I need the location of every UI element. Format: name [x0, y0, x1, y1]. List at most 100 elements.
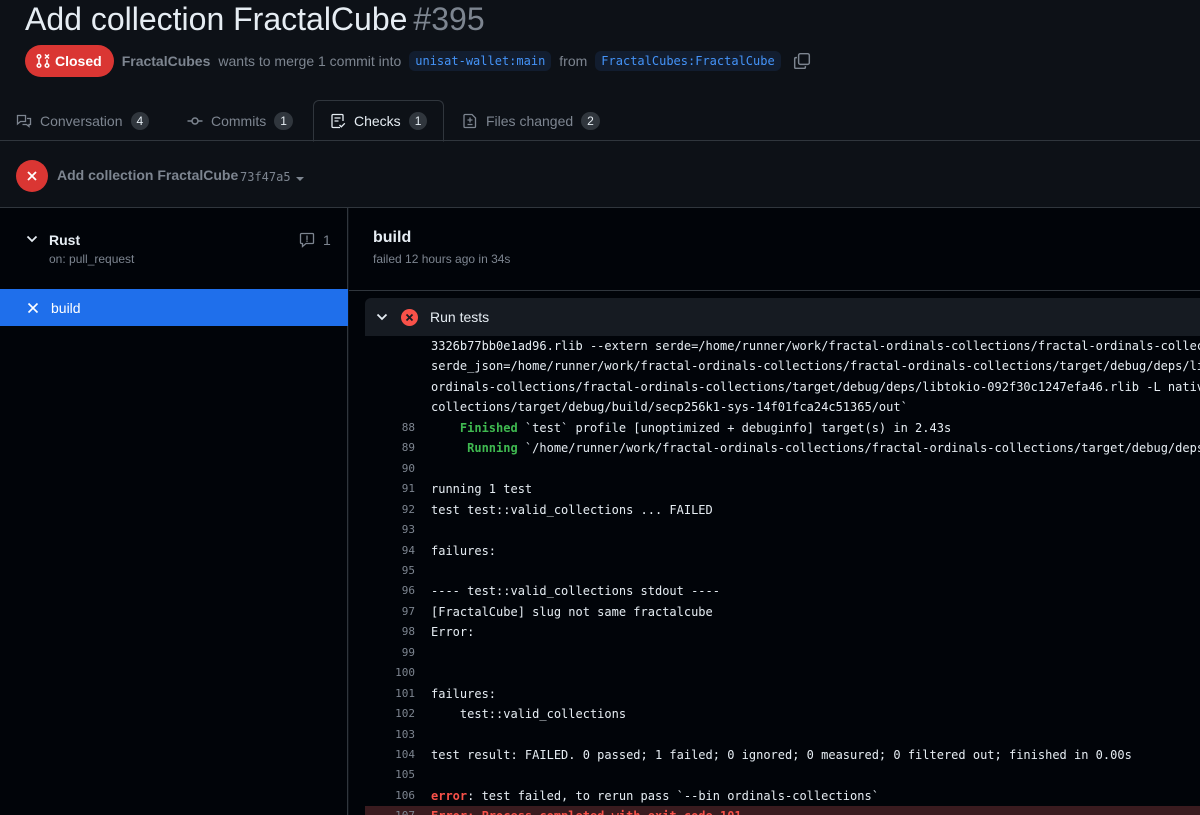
line-segment: serde_json=/home/runner/work/fractal-ord…: [431, 359, 1200, 374]
line-segment: `test` profile [unoptimized + debuginfo]…: [517, 420, 952, 435]
annotations-count[interactable]: 1: [299, 232, 331, 248]
commit-bar: Add collection FractalCube 73f47a5: [0, 141, 1200, 208]
log-line: 97 [FractalCube] slug not same fractalcub…: [349, 602, 1200, 622]
git-pull-request-closed-icon: [36, 53, 50, 69]
line-number[interactable]: 90: [377, 459, 415, 479]
line-number[interactable]: 100: [377, 663, 415, 683]
line-number[interactable]: 107: [377, 806, 415, 815]
sidebar-job-build[interactable]: build: [0, 289, 348, 326]
log-line: 3326b77bb0e1ad96.rlib --extern serde=/ho…: [349, 336, 1200, 356]
tab-conversation[interactable]: Conversation 4: [16, 100, 150, 141]
commit-failed-status: [16, 160, 48, 192]
line-segment: [FractalCube] slug not same fractalcube: [431, 604, 713, 619]
tab-count: 2: [581, 111, 600, 130]
commit-sha[interactable]: 73f47a5: [240, 170, 291, 184]
log-line: ordinals-collections/fractal-ordinals-co…: [349, 377, 1200, 397]
log-line: 89 Running `/home/runner/work/fractal-or…: [349, 438, 1200, 458]
line-number[interactable]: 104: [377, 745, 415, 765]
git-commit-icon: [187, 116, 203, 125]
comment-discussion-icon: [16, 114, 32, 128]
line-segment: ordinals-collections/fractal-ordinals-co…: [431, 379, 1200, 394]
line-segment: failures:: [431, 543, 497, 558]
tab-files-changed[interactable]: Files changed 2: [462, 100, 600, 141]
line-number[interactable]: 103: [377, 725, 415, 745]
line-number[interactable]: 89: [377, 438, 415, 458]
from-text: from: [559, 53, 588, 69]
line-segment: [431, 441, 467, 455]
log-line: collections/target/debug/build/secp256k1…: [349, 397, 1200, 417]
line-number[interactable]: 94: [377, 541, 415, 561]
job-title: build: [373, 229, 412, 246]
line-segment: `/home/runner/work/fractal-ordinals-coll…: [517, 441, 1200, 456]
line-number[interactable]: 97: [377, 602, 415, 622]
log-line: 93: [349, 520, 1200, 540]
log-line-error: 107 Error: Process completed with exit co…: [365, 806, 1200, 815]
line-segment: 3326b77bb0e1ad96.rlib --extern serde=/ho…: [431, 339, 1200, 353]
workflow-name[interactable]: Rust: [49, 232, 80, 248]
annotations-count-value: 1: [323, 232, 331, 248]
log-line: 96 ---- test::valid_collections stdout --…: [349, 581, 1200, 601]
line-number[interactable]: 99: [377, 643, 415, 663]
log-line: 106 error: test failed, to rerun pass `--…: [349, 786, 1200, 806]
base-branch[interactable]: unisat-wallet:main: [409, 51, 552, 71]
head-branch[interactable]: FractalCubes:FractalCube: [595, 51, 781, 71]
job-status: failed 12 hours ago in 34s: [373, 252, 511, 266]
line-text: Error: Process completed with exit code …: [431, 806, 749, 815]
line-text: running 1 test: [431, 479, 532, 499]
line-text: Error:: [431, 622, 474, 642]
line-number[interactable]: 95: [377, 561, 415, 581]
line-segment: error: [431, 788, 468, 803]
tab-label: Conversation: [40, 112, 123, 129]
pr-meta: Closed FractalCubes wants to merge 1 com…: [25, 45, 811, 77]
log-line: 95: [349, 561, 1200, 581]
line-number[interactable]: 93: [377, 520, 415, 540]
pr-author-link[interactable]: FractalCubes: [122, 53, 211, 69]
line-segment: [431, 421, 460, 435]
log-line: 90: [349, 459, 1200, 479]
tab-commits[interactable]: Commits 1: [187, 100, 293, 141]
workflow-trigger: on: pull_request: [49, 252, 135, 266]
log-line: 105: [349, 765, 1200, 785]
commit-message[interactable]: Add collection FractalCube: [57, 167, 238, 183]
pr-title: Add collection FractalCube #395: [25, 0, 485, 38]
line-number[interactable]: 101: [377, 684, 415, 704]
log-line: serde_json=/home/runner/work/fractal-ord…: [349, 356, 1200, 376]
line-text: collections/target/debug/build/secp256k1…: [431, 397, 908, 417]
line-number[interactable]: 88: [377, 418, 415, 438]
step-run-tests[interactable]: Run tests: [365, 298, 1200, 336]
line-segment: test test::valid_collections ... FAILED: [431, 502, 713, 517]
line-number[interactable]: 98: [377, 622, 415, 642]
line-text: serde_json=/home/runner/work/fractal-ord…: [431, 356, 1200, 376]
log-line: 88 Finished `test` profile [unoptimized …: [349, 418, 1200, 438]
line-segment: Finished: [459, 420, 518, 435]
job-label: build: [51, 299, 81, 316]
line-segment: collections/target/debug/build/secp256k1…: [431, 400, 908, 415]
line-segment: Error:: [431, 625, 475, 640]
line-segment: running 1 test: [431, 482, 533, 497]
line-number[interactable]: 91: [377, 479, 415, 499]
line-text: test result: FAILED. 0 passed; 1 failed;…: [431, 745, 1132, 765]
line-number[interactable]: 92: [377, 500, 415, 520]
chevron-down-icon[interactable]: [375, 310, 389, 324]
triangle-down-icon[interactable]: [295, 171, 305, 189]
pr-number: #395: [413, 1, 485, 37]
copy-icon[interactable]: [793, 52, 811, 70]
line-segment: test::valid_collections: [431, 707, 627, 722]
pr-state-label: Closed: [55, 53, 102, 69]
line-number[interactable]: 106: [377, 786, 415, 806]
line-text: error: test failed, to rerun pass `--bin…: [431, 786, 879, 806]
log-line: 94 failures:: [349, 541, 1200, 561]
line-number[interactable]: 96: [377, 581, 415, 601]
line-number[interactable]: 102: [377, 704, 415, 724]
file-diff-icon: [463, 113, 477, 128]
log-line: 92 test test::valid_collections ... FAILE…: [349, 500, 1200, 520]
line-text: [FractalCube] slug not same fractalcube: [431, 602, 713, 622]
checklist-icon: [331, 113, 346, 129]
report-icon: [299, 232, 315, 248]
line-text: failures:: [431, 541, 496, 561]
chevron-down-icon[interactable]: [25, 232, 39, 251]
pr-title-text: Add collection FractalCube: [25, 1, 408, 37]
tab-checks[interactable]: Checks 1: [313, 100, 445, 142]
tab-count: 1: [408, 112, 428, 130]
line-number[interactable]: 105: [377, 765, 415, 785]
